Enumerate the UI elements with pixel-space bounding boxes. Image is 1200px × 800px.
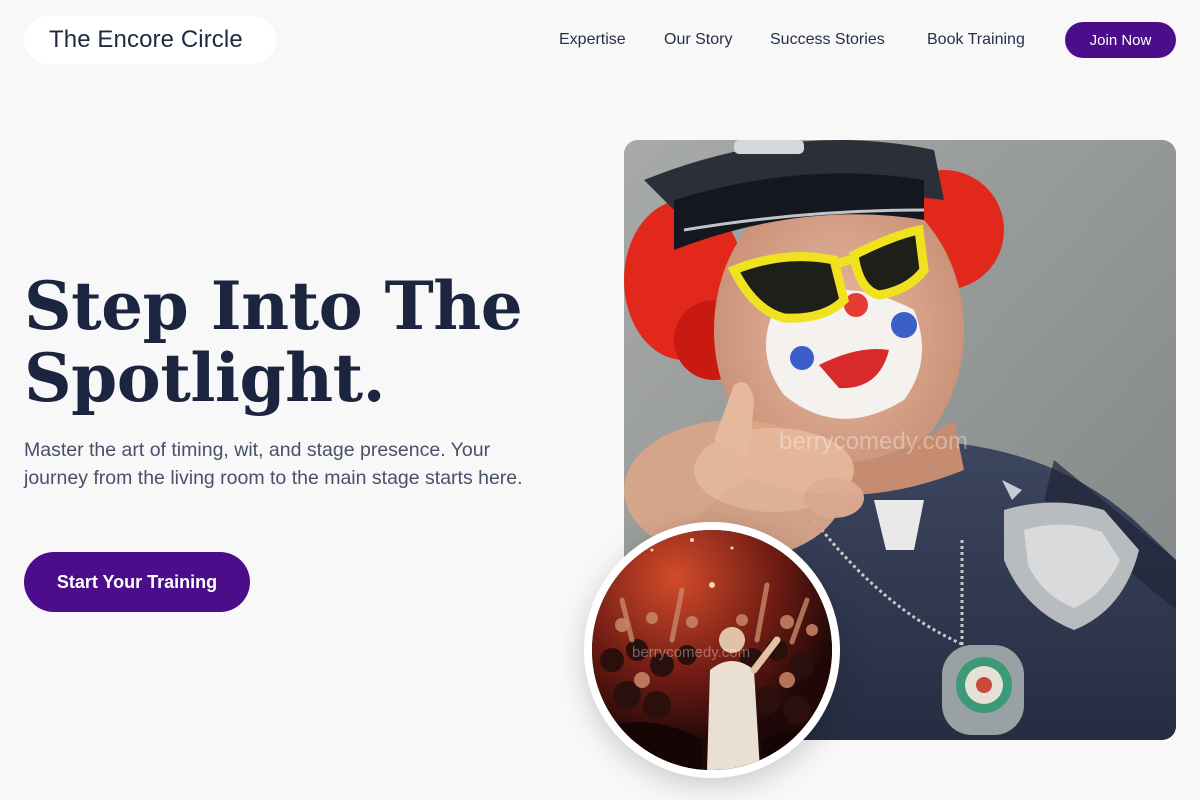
join-now-button[interactable]: Join Now bbox=[1065, 22, 1176, 58]
circle-image-crowd: berrycomedy.com bbox=[584, 522, 840, 778]
site-logo[interactable]: The Encore Circle bbox=[24, 16, 276, 64]
nav-link-book-training[interactable]: Book Training bbox=[927, 28, 1025, 52]
nav-link-expertise[interactable]: Expertise bbox=[559, 28, 626, 52]
logo-text: The Encore Circle bbox=[49, 26, 243, 53]
hero-subtitle: Master the art of timing, wit, and stage… bbox=[24, 439, 523, 489]
nav-link-success-stories[interactable]: Success Stories bbox=[770, 28, 885, 52]
crowd-illustration bbox=[592, 530, 832, 770]
nav-link-our-story[interactable]: Our Story bbox=[664, 28, 732, 52]
hero-title: Step Into The Spotlight. bbox=[24, 267, 523, 417]
start-training-button[interactable]: Start Your Training bbox=[24, 552, 250, 612]
